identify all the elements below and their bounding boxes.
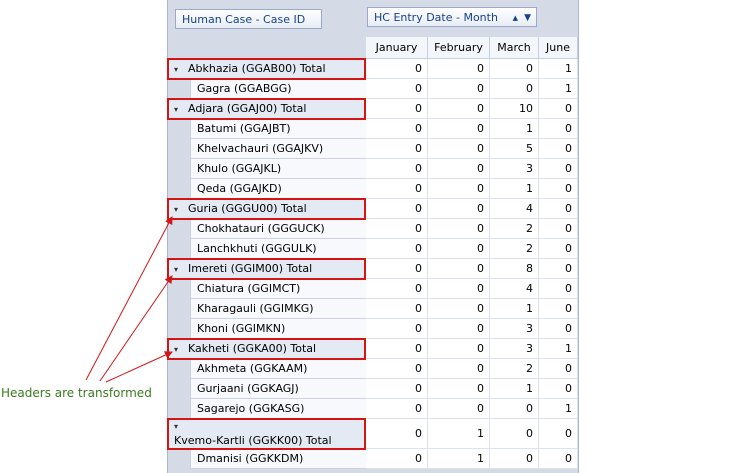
arrow-to-kakheti <box>105 351 173 383</box>
annotation-text: Headers are transformed <box>1 386 152 400</box>
annotation-arrows <box>85 216 173 383</box>
arrow-to-guria <box>85 216 173 381</box>
arrow-to-imereti <box>99 275 173 382</box>
